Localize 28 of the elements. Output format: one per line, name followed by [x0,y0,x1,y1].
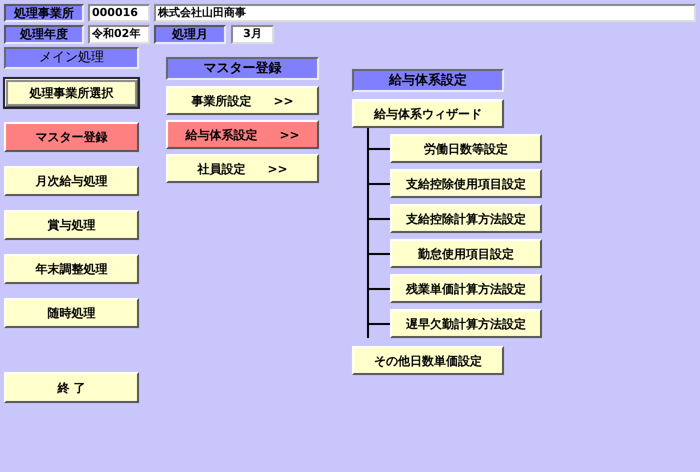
menu-button[interactable]: 遅早欠勤計算方法設定 [390,309,542,338]
menu-button[interactable]: 月次給与処理 [4,166,139,196]
menu-button[interactable]: 支給控除使用項目設定 [390,169,542,198]
exit-button[interactable]: 終 了 [4,372,139,403]
month-field: 3月 [231,25,274,44]
menu-button[interactable]: 勤怠使用項目設定 [390,239,542,268]
office-code-field: 000016 [88,4,150,22]
section-title: 給与体系設定 [352,69,504,92]
menu-button[interactable]: その他日数単価設定 [352,346,504,375]
wizard-button[interactable]: 給与体系ウィザード [352,99,504,128]
office-name-field: 株式会社山田商事 [154,4,696,22]
menu-button[interactable]: 事業所設定 >> [166,86,319,115]
menu-button[interactable]: 処理事業所選択 [4,78,139,108]
year-field: 令和02年 [88,25,150,44]
menu-button[interactable]: 労働日数等設定 [390,134,542,163]
field-label: 処理年度 [4,25,84,44]
field-label: 処理事業所 [4,4,84,22]
menu-button[interactable]: 支給控除計算方法設定 [390,204,542,233]
section-title: マスター登録 [166,57,319,80]
menu-button[interactable]: 賞与処理 [4,210,139,240]
field-label: 処理月 [154,25,226,44]
section-title: メイン処理 [4,47,139,69]
menu-button[interactable]: マスター登録 [4,122,139,152]
menu-button[interactable]: 給与体系設定 >> [166,120,319,149]
menu-button[interactable]: 年末調整処理 [4,254,139,284]
menu-button[interactable]: 随時処理 [4,298,139,328]
menu-button[interactable]: 残業単価計算方法設定 [390,274,542,303]
menu-button[interactable]: 社員設定 >> [166,154,319,183]
